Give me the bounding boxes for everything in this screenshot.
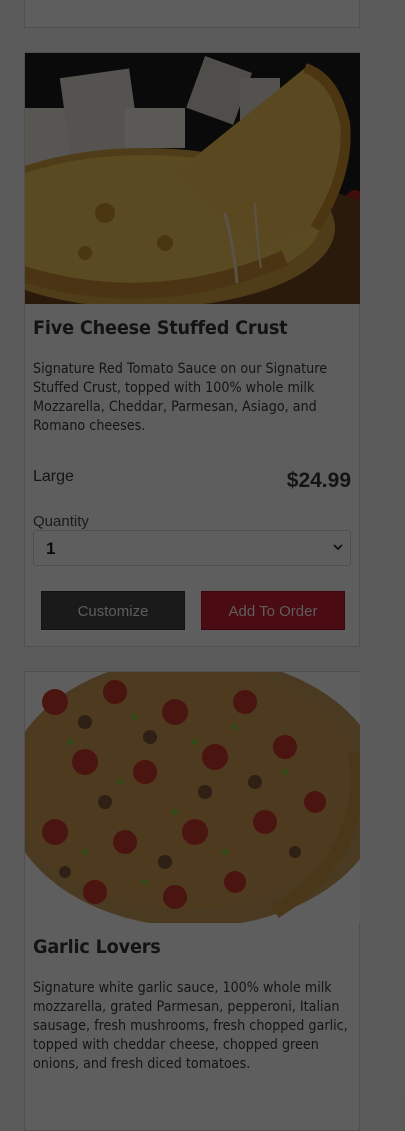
menu-item-description: Signature Red Tomato Sauce on our Signat… [33,361,328,434]
pizza-image [25,672,360,923]
customize-button[interactable]: Customize [41,591,185,630]
menu-item-card: Five Cheese Stuffed Crust Signature Red … [24,52,360,647]
menu-page: Five Cheese Stuffed Crust Signature Red … [0,0,405,1131]
quantity-value: 1 [46,539,56,558]
chevron-down-icon [333,544,343,551]
quantity-select[interactable]: 1 [33,530,351,566]
menu-item-title: Five Cheese Stuffed Crust [33,317,288,339]
add-to-order-button[interactable]: Add To Order [201,591,345,630]
size-label: Large [33,468,74,485]
menu-item-description: Signature white garlic sauce, 100% whole… [33,980,348,1072]
quantity-label: Quantity [33,513,89,530]
pizza-image [25,53,360,304]
menu-item-title: Garlic Lovers [33,936,161,958]
price: $24.99 [286,469,351,492]
menu-item-card-previous [24,0,360,28]
menu-item-card: Garlic Lovers Signature white garlic sau… [24,671,360,1131]
